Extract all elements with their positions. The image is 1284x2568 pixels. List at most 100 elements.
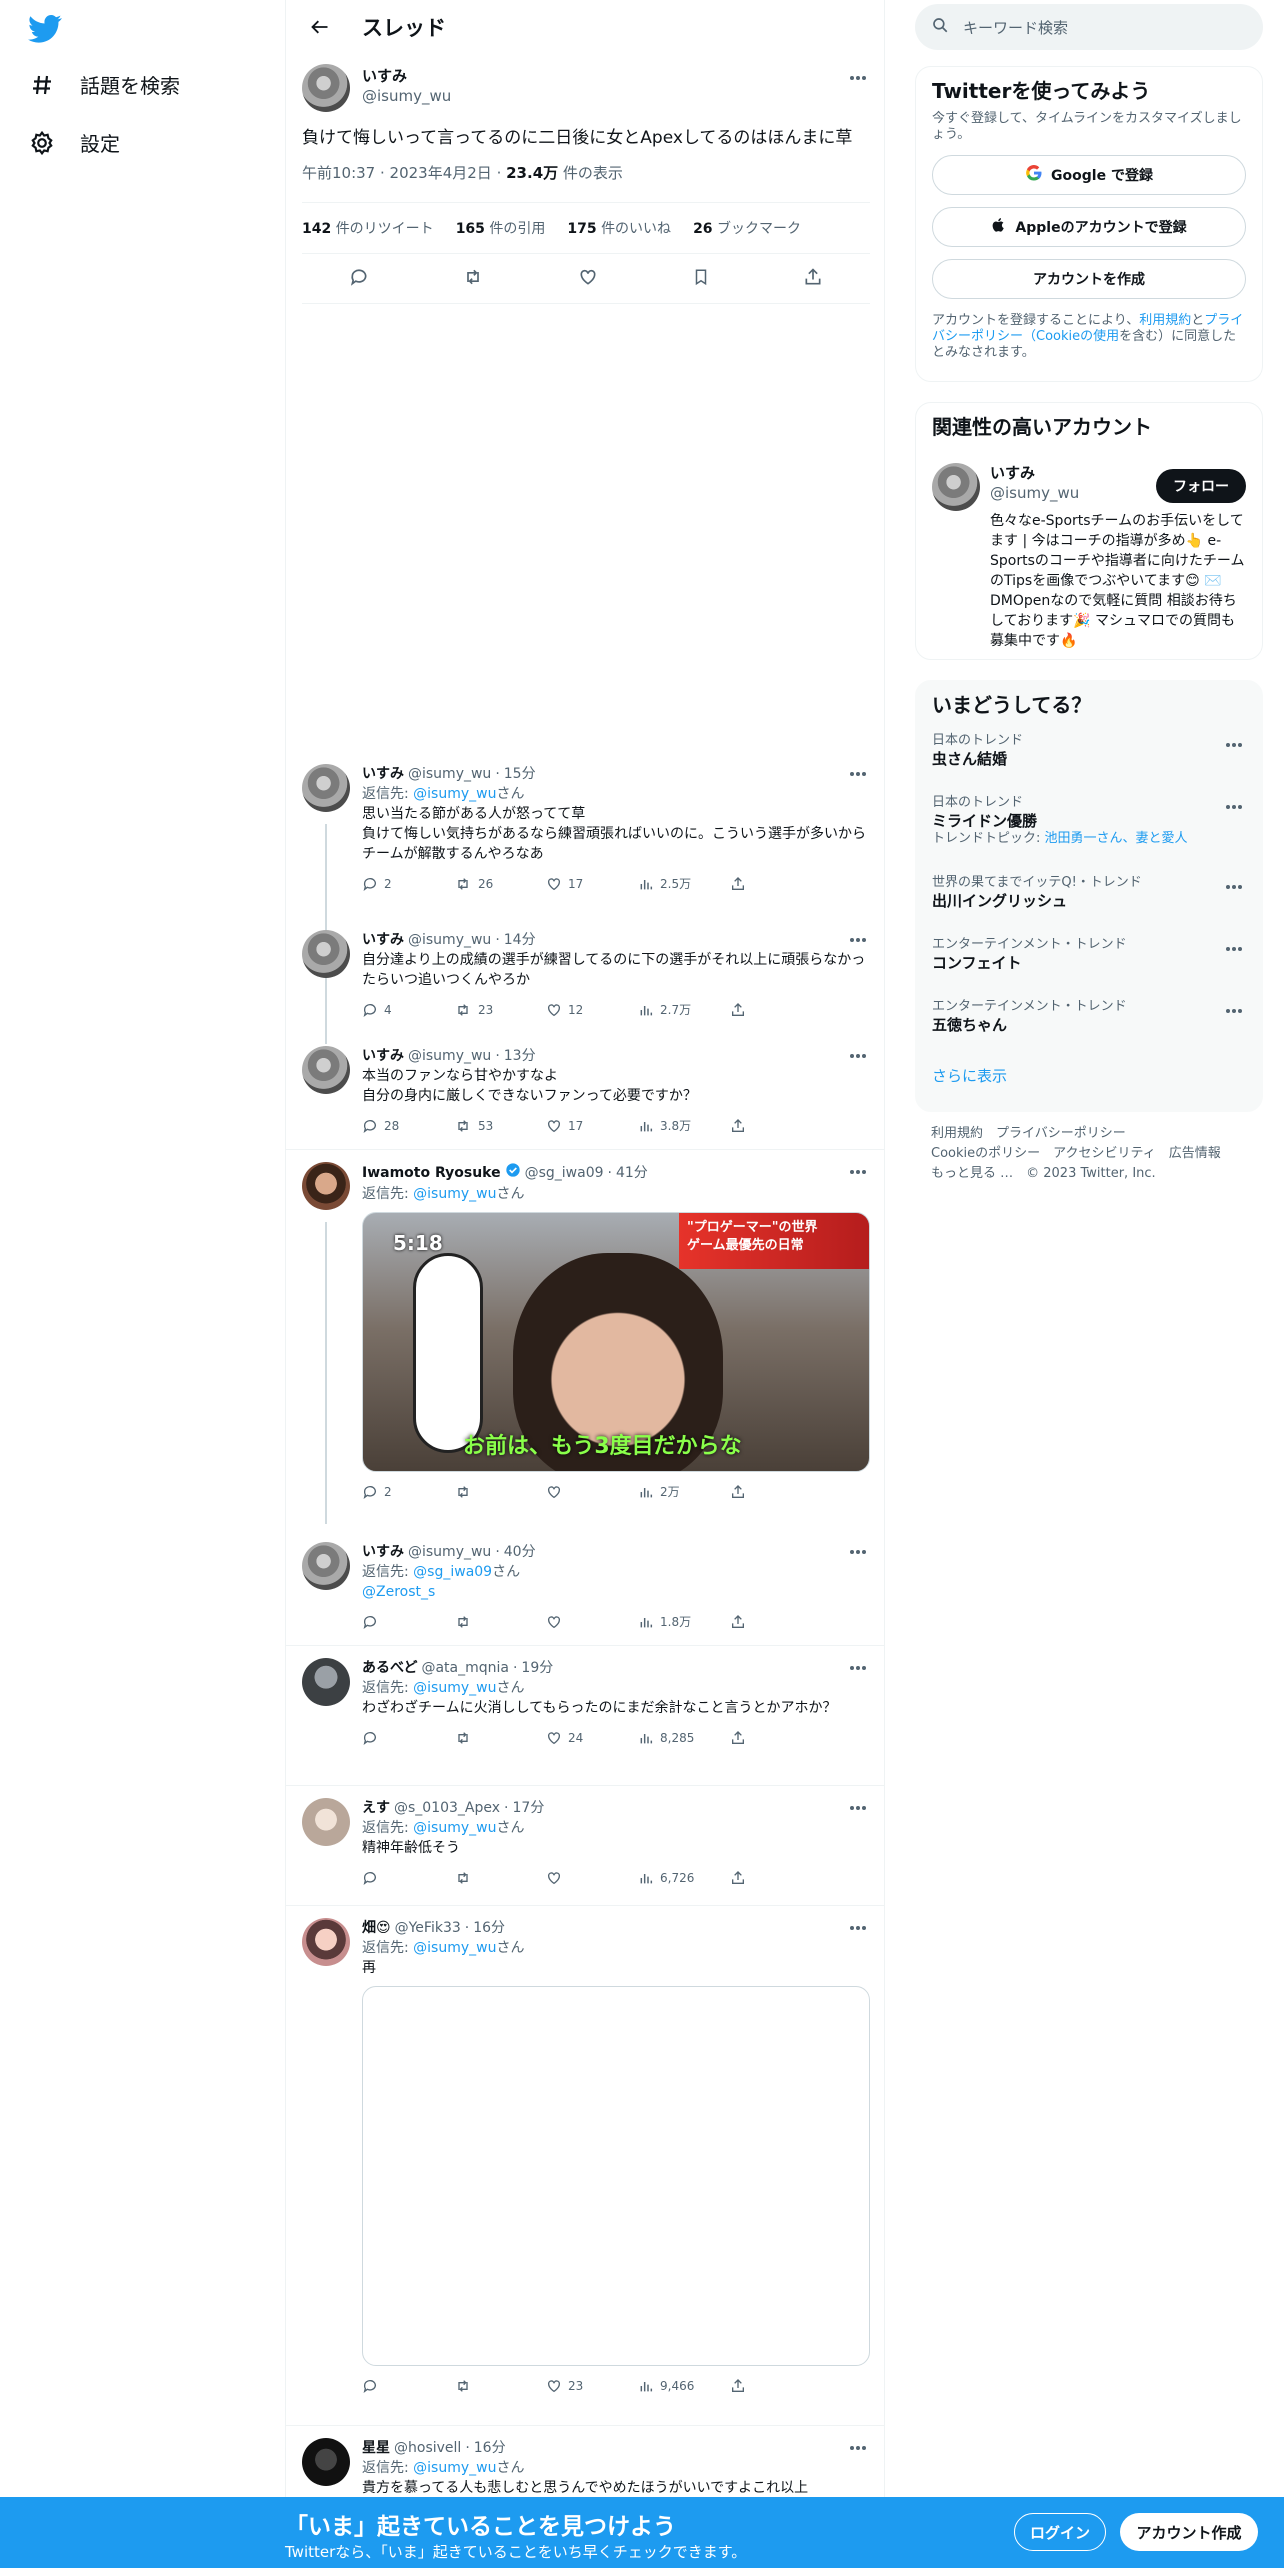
reply-tweet[interactable]: えす @s_0103_Apex · 17分 返信先: @isumy_wuさん 精神年齢… — [286, 1786, 884, 1906]
like-button[interactable]: 24 — [546, 1728, 638, 1748]
author-handle[interactable]: @s_0103_Apex — [394, 1798, 500, 1818]
author[interactable]: いすみ @isumy_wu — [362, 66, 451, 106]
reply-button[interactable] — [362, 1612, 454, 1632]
create-account-button[interactable]: アカウントを作成 — [932, 259, 1246, 299]
author-handle[interactable]: @sg_iwa09 — [525, 1163, 604, 1183]
reply-button[interactable]: 4 — [362, 1000, 454, 1020]
like-button[interactable] — [546, 1868, 638, 1888]
reply-to-link[interactable]: @isumy_wu — [413, 2460, 496, 2476]
reply-tweet[interactable]: 畑😍 @YeFik33 · 16分 返信先: @isumy_wuさん 再 23 9,4… — [286, 1906, 884, 2426]
author-name[interactable]: Iwamoto Ryosuke — [362, 1163, 501, 1183]
login-button[interactable]: ログイン — [1014, 2513, 1106, 2551]
mention-link[interactable]: @Zerost_s — [362, 1582, 870, 1602]
avatar[interactable] — [932, 463, 980, 511]
views-button[interactable]: 6,726 — [638, 1868, 730, 1888]
avatar[interactable] — [302, 1658, 350, 1706]
trend-item[interactable]: 日本のトレンド ミライドン優勝 トレンドトピック: 池田勇一さん、妻と愛人 — [932, 795, 1246, 875]
tweet-time[interactable]: 41分 — [616, 1163, 648, 1183]
tweet-image[interactable] — [362, 1986, 870, 2366]
share-button[interactable] — [730, 1116, 822, 1136]
reply-to-link[interactable]: @isumy_wu — [413, 1820, 496, 1836]
tweet-time[interactable]: 午前10:37 — [302, 164, 375, 182]
reply-button[interactable] — [362, 2376, 454, 2396]
views-button[interactable]: 9,466 — [638, 2376, 730, 2396]
more-icon[interactable] — [1222, 795, 1246, 819]
author-handle[interactable]: @ata_mqnia — [421, 1658, 509, 1678]
reply-tweet[interactable]: いすみ @isumy_wu · 15分 返信先: @isumy_wuさん 思い当たる節… — [286, 752, 884, 918]
tweet-time[interactable]: 13分 — [504, 1046, 536, 1066]
trend-item[interactable]: 日本のトレンド 虫さん結婚 — [932, 733, 1246, 795]
more-icon[interactable] — [846, 66, 870, 90]
reply-icon[interactable] — [349, 267, 369, 291]
tweet-time[interactable]: 15分 — [504, 764, 536, 784]
avatar[interactable] — [302, 2438, 350, 2486]
retweet-button[interactable] — [454, 1728, 546, 1748]
tweet-date[interactable]: 2023年4月2日 — [390, 164, 492, 182]
author-name[interactable]: いすみ — [362, 1542, 404, 1562]
follow-button[interactable]: フォロー — [1156, 469, 1246, 503]
author-handle[interactable]: @isumy_wu — [408, 1542, 491, 1562]
like-button[interactable] — [546, 1612, 638, 1632]
retweet-button[interactable]: 53 — [454, 1116, 546, 1136]
retweet-button[interactable]: 26 — [454, 874, 546, 894]
more-icon[interactable] — [1222, 875, 1246, 899]
footer-line-3[interactable]: もっと見る … © 2023 Twitter, Inc. — [931, 1164, 1221, 1184]
avatar[interactable] — [302, 1542, 350, 1590]
show-more-link[interactable]: さらに表示 — [932, 1065, 1246, 1086]
author-name[interactable]: あるべど — [362, 1658, 417, 1678]
reply-to-link[interactable]: @sg_iwa09 — [413, 1564, 492, 1580]
share-button[interactable] — [730, 1482, 822, 1502]
share-icon[interactable] — [803, 267, 823, 291]
trend-topic-link[interactable]: 池田勇一さん、妻と愛人 — [1045, 831, 1188, 846]
reply-button[interactable]: 28 — [362, 1116, 454, 1136]
views-button[interactable]: 2万 — [638, 1482, 730, 1502]
search-input[interactable]: キーワード検索 — [915, 4, 1263, 50]
like-button[interactable]: 17 — [546, 1116, 638, 1136]
avatar[interactable] — [302, 930, 350, 978]
share-button[interactable] — [730, 2376, 822, 2396]
tweet-time[interactable]: 14分 — [504, 930, 536, 950]
trend-item[interactable]: 世界の果てまでイッテQ!・トレンド 出川イングリッシュ — [932, 875, 1246, 937]
avatar[interactable] — [302, 1046, 350, 1094]
author-name[interactable]: いすみ — [362, 1046, 404, 1066]
author-handle[interactable]: @isumy_wu — [408, 764, 491, 784]
tweet-time[interactable]: 19分 — [521, 1658, 553, 1678]
tweet-time[interactable]: 16分 — [474, 2438, 506, 2458]
reply-tweet[interactable]: あるべど @ata_mqnia · 19分 返信先: @isumy_wuさん わざわざ… — [286, 1646, 884, 1786]
avatar[interactable] — [302, 1162, 350, 1210]
more-icon[interactable] — [1222, 937, 1246, 961]
like-icon[interactable] — [578, 267, 598, 291]
author-name[interactable]: 畑😍 — [362, 1918, 391, 1938]
share-button[interactable] — [730, 1000, 822, 1020]
reply-to-link[interactable]: @isumy_wu — [413, 1186, 496, 1202]
trend-item[interactable]: エンターテインメント・トレンド 五徳ちゃん — [932, 999, 1246, 1061]
like-button[interactable]: 17 — [546, 874, 638, 894]
reply-button[interactable] — [362, 1728, 454, 1748]
retweet-button[interactable] — [454, 1612, 546, 1632]
share-button[interactable] — [730, 1612, 822, 1632]
retweet-button[interactable] — [454, 2376, 546, 2396]
tweet-time[interactable]: 40分 — [504, 1542, 536, 1562]
author-name[interactable]: いすみ — [362, 764, 404, 784]
views-button[interactable]: 1.8万 — [638, 1612, 730, 1632]
views-button[interactable]: 3.8万 — [638, 1116, 730, 1136]
trend-item[interactable]: エンターテインメント・トレンド コンフェイト — [932, 937, 1246, 999]
author-handle[interactable]: @isumy_wu — [408, 1046, 491, 1066]
back-arrow-icon[interactable] — [302, 9, 338, 45]
author-handle[interactable]: @hosivell — [394, 2438, 461, 2458]
related-account[interactable]: いすみ @isumy_wu — [990, 463, 1079, 503]
views-button[interactable]: 8,285 — [638, 1728, 730, 1748]
google-signup-button[interactable]: Google で登録 — [932, 155, 1246, 195]
bookmark-stat[interactable]: 26 ブックマーク — [693, 218, 801, 238]
reply-to-link[interactable]: @isumy_wu — [413, 1940, 496, 1956]
reply-to-link[interactable]: @isumy_wu — [413, 786, 496, 802]
retweet-icon[interactable] — [462, 267, 484, 291]
footer-line-1[interactable]: 利用規約 プライバシーポリシー — [931, 1124, 1221, 1144]
tweet-time[interactable]: 17分 — [513, 1798, 545, 1818]
avatar[interactable] — [302, 1918, 350, 1966]
retweet-stat[interactable]: 142 件のリツイート — [302, 218, 434, 238]
more-icon[interactable] — [1222, 999, 1246, 1023]
author-name[interactable]: えす — [362, 1798, 390, 1818]
apple-signup-button[interactable]: Appleのアカウントで登録 — [932, 207, 1246, 247]
retweet-button[interactable] — [454, 1482, 546, 1502]
